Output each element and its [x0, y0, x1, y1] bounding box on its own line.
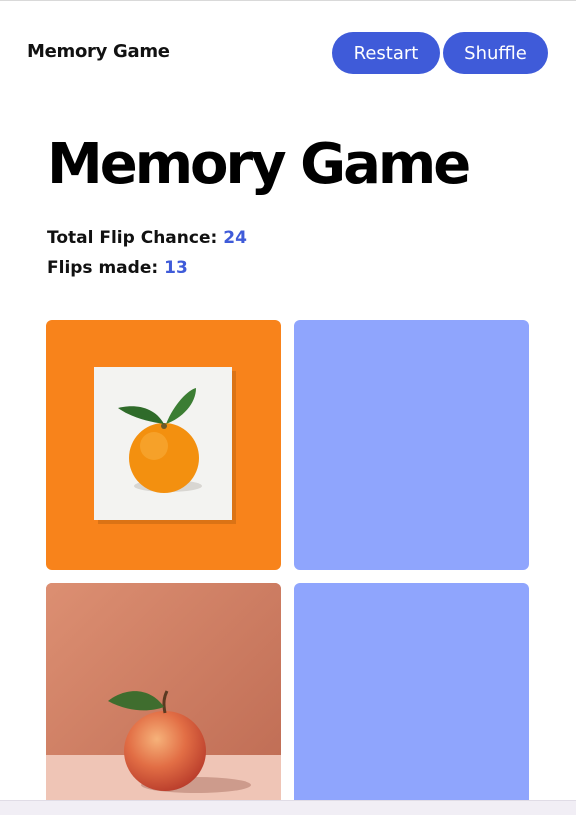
total-flip-chance-value: 24 [223, 228, 247, 248]
flips-made-label: Flips made: [47, 258, 159, 278]
card-apple[interactable] [46, 583, 281, 815]
restart-button[interactable]: Restart [332, 32, 440, 74]
top-border [0, 0, 576, 1]
navbar: Memory Game Restart Shuffle [0, 30, 576, 76]
card-hidden-2[interactable] [294, 583, 529, 815]
total-flip-chance-label: Total Flip Chance: [47, 228, 218, 248]
brand-title: Memory Game [27, 41, 170, 62]
orange-image [94, 367, 236, 524]
flips-made-value: 13 [164, 258, 188, 278]
apple-image [46, 583, 281, 815]
card-hidden-1[interactable] [294, 320, 529, 570]
shuffle-button[interactable]: Shuffle [443, 32, 548, 74]
flips-made: Flips made: 13 [47, 258, 188, 278]
page-title: Memory Game [47, 132, 471, 197]
total-flip-chance: Total Flip Chance: 24 [47, 228, 247, 248]
card-orange[interactable] [46, 320, 281, 570]
bottom-bar [0, 800, 576, 815]
